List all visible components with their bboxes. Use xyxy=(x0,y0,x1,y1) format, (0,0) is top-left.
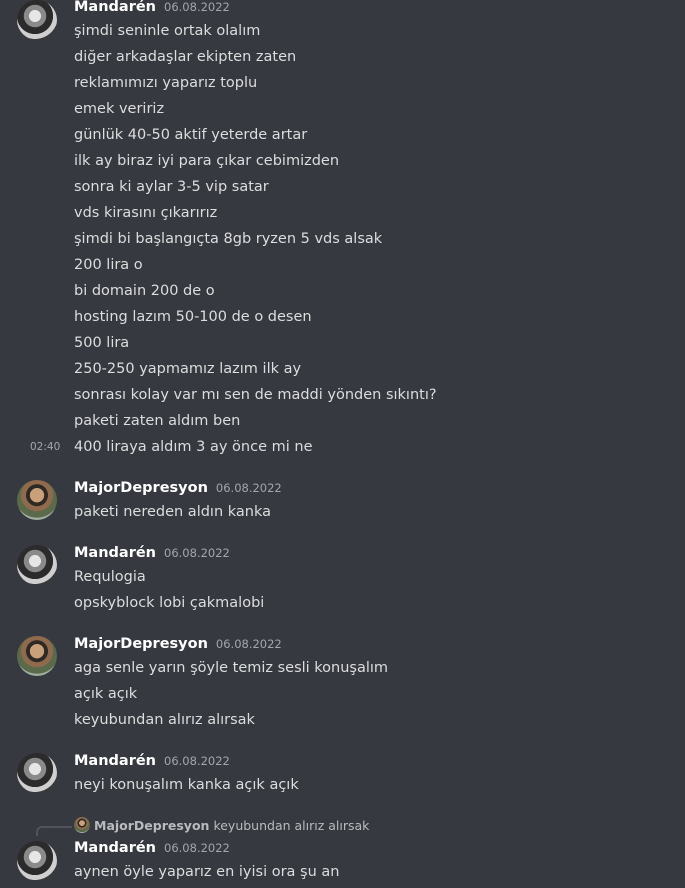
message-line: günlük 40-50 aktif yeterde artar xyxy=(74,127,308,143)
message-line: sonra ki aylar 3-5 vip satar xyxy=(74,179,269,195)
username[interactable]: Mandarén xyxy=(74,840,156,856)
message-header: Mandarén 06.08.2022 xyxy=(74,840,230,860)
username[interactable]: MajorDepresyon xyxy=(74,480,208,496)
timestamp: 06.08.2022 xyxy=(164,0,230,14)
message-header: MajorDepresyon 06.08.2022 xyxy=(74,636,282,656)
timestamp: 06.08.2022 xyxy=(164,546,230,560)
reply-author[interactable]: MajorDepresyon xyxy=(94,818,209,833)
reply-spine xyxy=(36,826,72,836)
message-line: açık açık xyxy=(74,686,138,702)
message-line: 250-250 yapmamız lazım ilk ay xyxy=(74,361,302,377)
username[interactable]: Mandarén xyxy=(74,545,156,561)
avatar[interactable] xyxy=(17,636,57,676)
message-line: paketi zaten aldım ben xyxy=(74,413,241,429)
message-line: şimdi bi başlangıçta 8gb ryzen 5 vds als… xyxy=(74,231,383,247)
message-header: Mandarén 06.08.2022 xyxy=(74,753,230,773)
message-header: Mandarén 06.08.2022 xyxy=(74,545,230,565)
message-header: MajorDepresyon 06.08.2022 xyxy=(74,480,282,500)
avatar[interactable] xyxy=(17,0,57,40)
message-line: 400 liraya aldım 3 ay önce mi ne xyxy=(74,439,313,455)
username[interactable]: Mandarén xyxy=(74,0,156,15)
avatar[interactable] xyxy=(17,841,57,881)
timestamp: 06.08.2022 xyxy=(164,754,230,768)
message-line: reklamımızı yaparız toplu xyxy=(74,75,258,91)
message-line: neyi konuşalım kanka açık açık xyxy=(74,777,299,793)
message-line: aga senle yarın şöyle temiz sesli konuşa… xyxy=(74,660,389,676)
message-line: şimdi seninle ortak olalım xyxy=(74,23,261,39)
message-header: Mandarén 06.08.2022 xyxy=(74,0,230,19)
message-line: Requlogia xyxy=(74,569,146,585)
message-line: vds kirasını çıkarırız xyxy=(74,205,218,221)
reply-preview[interactable]: MajorDepresyon keyubundan alırız alırsak xyxy=(74,817,369,833)
avatar[interactable] xyxy=(17,480,57,520)
avatar[interactable] xyxy=(17,545,57,585)
message-line: sonrası kolay var mı sen de maddi yönden… xyxy=(74,387,437,403)
message-line: ilk ay biraz iyi para çıkar cebimizden xyxy=(74,153,340,169)
timestamp: 06.08.2022 xyxy=(215,637,282,651)
message-line: paketi nereden aldın kanka xyxy=(74,504,272,520)
timestamp: 06.08.2022 xyxy=(164,841,230,855)
message-line: keyubundan alırız alırsak xyxy=(74,712,255,728)
message-line: 200 lira o xyxy=(74,257,143,273)
username[interactable]: Mandarén xyxy=(74,753,156,769)
message-line: 500 lira xyxy=(74,335,130,351)
message-line: emek veririz xyxy=(74,101,165,117)
message-line: hosting lazım 50-100 de o desen xyxy=(74,309,312,325)
username[interactable]: MajorDepresyon xyxy=(74,636,208,652)
avatar[interactable] xyxy=(17,753,57,793)
message-line: aynen öyle yaparız en iyisi ora şu an xyxy=(74,864,340,880)
message-line: bi domain 200 de o xyxy=(74,283,215,299)
message-line: diğer arkadaşlar ekipten zaten xyxy=(74,49,297,65)
reply-avatar xyxy=(74,817,90,833)
timestamp: 06.08.2022 xyxy=(215,481,282,495)
hover-timestamp: 02:40 xyxy=(30,441,61,453)
reply-text: keyubundan alırız alırsak xyxy=(213,817,370,833)
message-line: opskyblock lobi çakmalobi xyxy=(74,595,265,611)
